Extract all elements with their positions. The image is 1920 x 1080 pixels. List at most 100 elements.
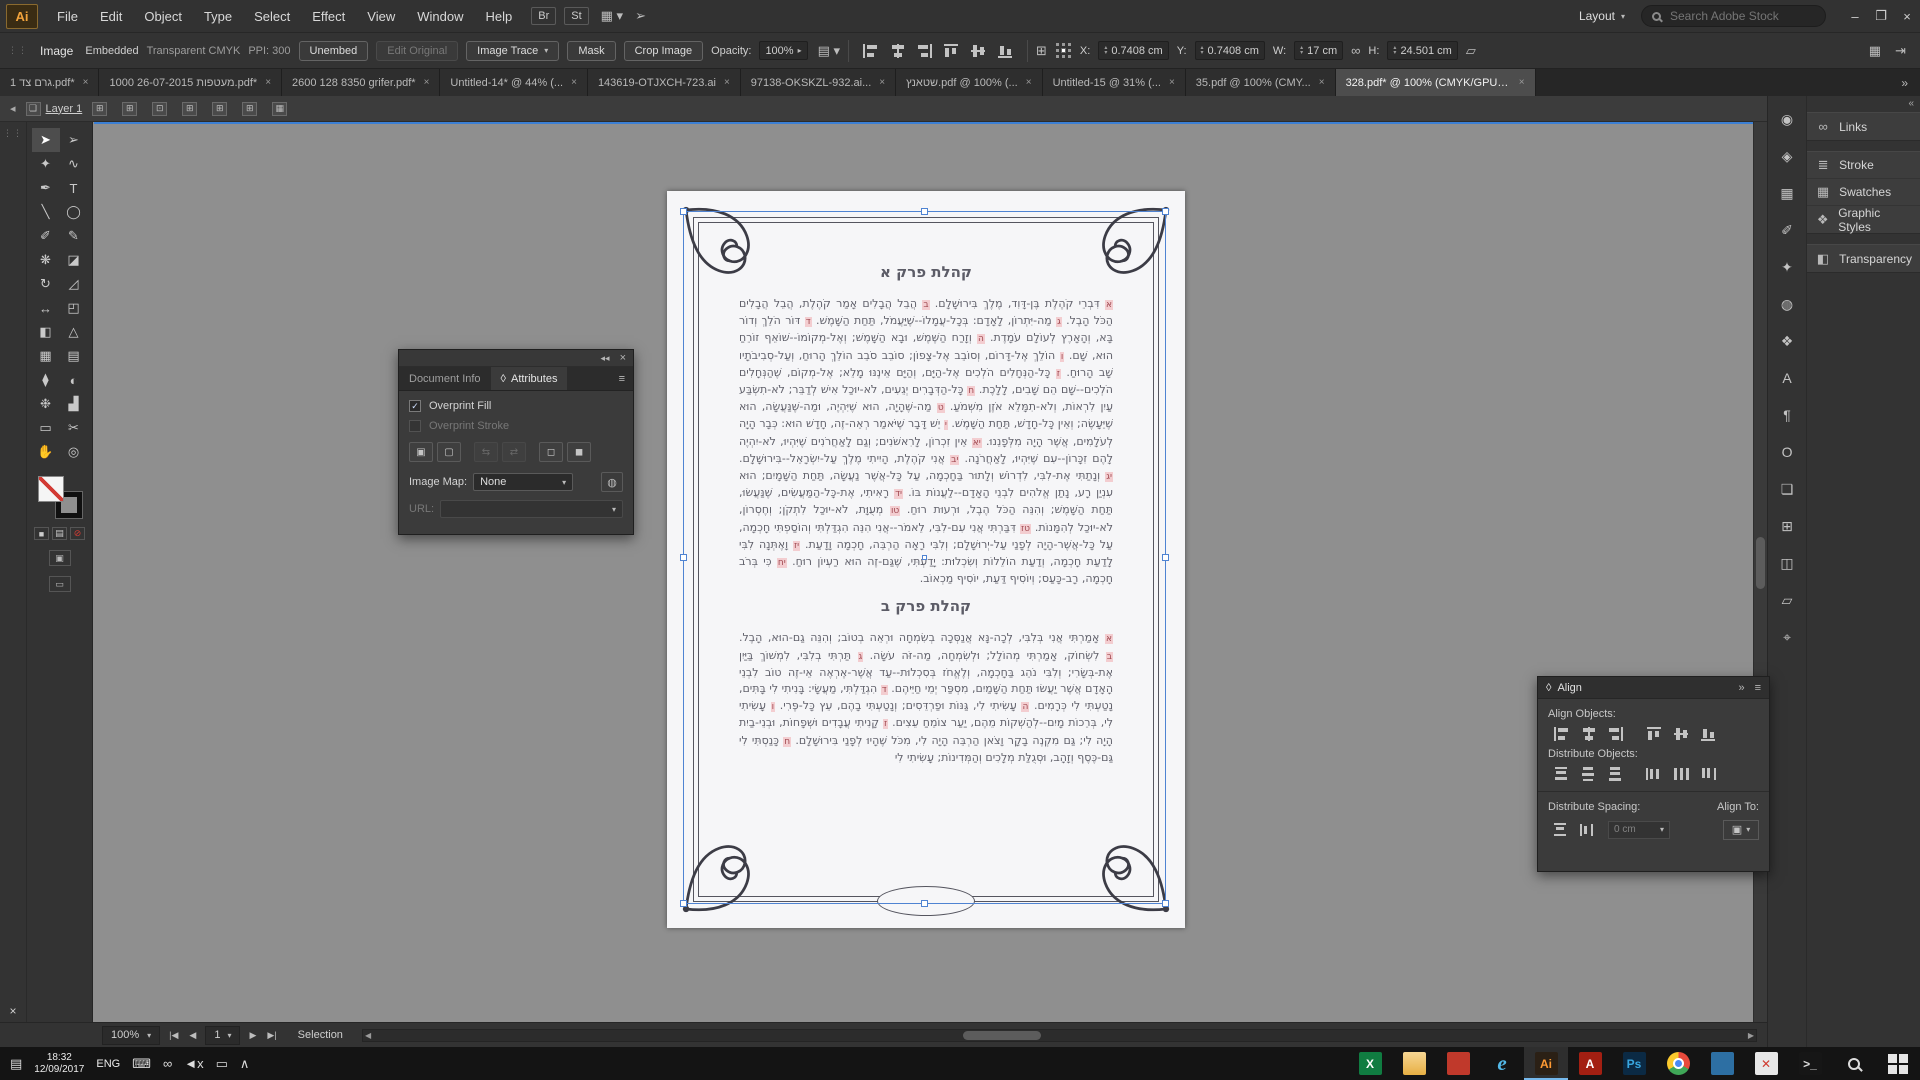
screen-mode-button[interactable]: ▭: [49, 576, 71, 592]
hand-tool[interactable]: ✋: [32, 440, 60, 464]
gradient-tool[interactable]: ▤: [60, 344, 88, 368]
gradient-button[interactable]: ▤: [52, 527, 67, 540]
perspective-grid-tool[interactable]: △: [60, 320, 88, 344]
y-field[interactable]: ▴▾0.7408 cm: [1195, 41, 1265, 60]
taskbar-remote-app[interactable]: [1700, 1047, 1744, 1080]
dist-vbottom-button[interactable]: [1602, 762, 1629, 785]
type-tool[interactable]: T: [60, 176, 88, 200]
dock-grip[interactable]: ⋮⋮: [0, 128, 26, 139]
horizontal-scrollbar-thumb[interactable]: [963, 1031, 1041, 1040]
scroll-right-icon[interactable]: ▶: [1748, 1030, 1754, 1041]
taskbar-excel[interactable]: X: [1348, 1047, 1392, 1080]
artboards-panel-icon[interactable]: ⊞: [1770, 513, 1804, 539]
slice-tool[interactable]: ✂: [60, 416, 88, 440]
layers-panel-icon[interactable]: ❏: [1770, 476, 1804, 502]
tab-close-icon[interactable]: ×: [1319, 77, 1325, 88]
document-tab[interactable]: 97138-OKSKZL-932.ai... ×: [741, 69, 896, 96]
direct-selection-tool[interactable]: ➢: [60, 128, 88, 152]
share-icon[interactable]: ➢: [635, 8, 646, 24]
stock-button[interactable]: St: [564, 7, 588, 25]
graphic-styles-panel-icon[interactable]: ❖: [1770, 328, 1804, 354]
tray-app-icon[interactable]: ▤: [10, 1056, 22, 1072]
tab-overflow-icon[interactable]: »: [1889, 69, 1920, 96]
color-button[interactable]: ■: [34, 527, 49, 540]
tab-close-icon[interactable]: ×: [571, 77, 577, 88]
show-center-icon[interactable]: ▣: [409, 442, 433, 462]
align-top-button[interactable]: [1641, 722, 1668, 745]
zoom-level-field[interactable]: 100%▾: [102, 1026, 160, 1045]
link-dimensions-icon[interactable]: ∞: [1351, 43, 1360, 58]
align-right-button[interactable]: [911, 39, 938, 62]
taskbar-file-explorer[interactable]: [1392, 1047, 1436, 1080]
taskbar-illustrator[interactable]: Ai: [1524, 1047, 1568, 1080]
taskbar-chrome[interactable]: [1656, 1047, 1700, 1080]
fill-swatch[interactable]: [38, 476, 64, 502]
taskbar-red-app[interactable]: [1436, 1047, 1480, 1080]
image-map-select[interactable]: None▾: [473, 473, 573, 491]
menu-view[interactable]: View: [356, 0, 406, 33]
collapse-panel-icon[interactable]: ◂◂: [601, 353, 610, 364]
align-top-button[interactable]: [938, 39, 965, 62]
ellipse-tool[interactable]: ◯: [60, 200, 88, 224]
document-tab[interactable]: שטאנץ.pdf @ 100% (... ×: [896, 69, 1042, 96]
menu-edit[interactable]: Edit: [89, 0, 133, 33]
color-panel-icon[interactable]: ◉: [1770, 106, 1804, 132]
mask-button[interactable]: Mask: [567, 41, 615, 61]
vertical-scrollbar-thumb[interactable]: [1756, 537, 1765, 589]
align-bottom-button[interactable]: [1695, 722, 1722, 745]
align-left-button[interactable]: [857, 39, 884, 62]
nonzero-fill-rule-icon[interactable]: ◻: [539, 442, 563, 462]
breadcrumb-item[interactable]: ❏ Layer 1: [26, 102, 83, 116]
menu-help[interactable]: Help: [474, 0, 523, 33]
brushes-panel-icon[interactable]: ✐: [1770, 217, 1804, 243]
panel-grip[interactable]: ⋮⋮: [8, 46, 28, 55]
image-trace-button[interactable]: Image Trace▾: [466, 41, 559, 61]
canvas[interactable]: קהלת פרק אא דִּבְרֵי קֹהֶלֶת בֶּן-דָּוִד…: [94, 122, 1767, 1022]
symbol-sprayer-tool[interactable]: ❉: [32, 392, 60, 416]
column-graph-tool[interactable]: ▟: [60, 392, 88, 416]
dock-swatches-panel[interactable]: ▦ Swatches: [1807, 179, 1920, 206]
selection-bounding-box[interactable]: [683, 211, 1166, 904]
artboard-number-field[interactable]: 1▾: [205, 1026, 240, 1045]
menu-object[interactable]: Object: [133, 0, 193, 33]
selection-handle[interactable]: [680, 554, 687, 561]
selection-handle[interactable]: [921, 900, 928, 907]
color-guide-panel-icon[interactable]: ◈: [1770, 143, 1804, 169]
selection-handle[interactable]: [1162, 554, 1169, 561]
stock-search[interactable]: [1641, 5, 1826, 27]
left-dock-close-icon[interactable]: ×: [0, 1004, 26, 1018]
collapse-dock-icon[interactable]: «: [1908, 98, 1914, 112]
paintbrush-tool[interactable]: ✐: [32, 224, 60, 248]
align-right-button[interactable]: [1602, 722, 1629, 745]
taskbar-internet-explorer[interactable]: e: [1480, 1047, 1524, 1080]
taskbar-clock[interactable]: 18:32 12/09/2017: [34, 1052, 84, 1076]
panel-menu-icon[interactable]: ≡: [611, 367, 633, 390]
document-tab[interactable]: 2600 128 8350 grifer.pdf* ×: [282, 69, 440, 96]
dock-graphic-styles-panel[interactable]: ❖ Graphic Styles: [1807, 206, 1920, 233]
x-field[interactable]: ▴▾0.7408 cm: [1098, 41, 1168, 60]
back-arrow-icon[interactable]: ◂: [10, 102, 16, 115]
breadcrumb-item[interactable]: ▦: [272, 102, 292, 116]
character-panel-icon[interactable]: A: [1770, 365, 1804, 391]
bridge-button[interactable]: Br: [531, 7, 556, 25]
breadcrumb-item[interactable]: ⊡: [152, 102, 172, 116]
draw-mode-button[interactable]: ▣: [49, 550, 71, 566]
swatches-panel-icon[interactable]: ▦: [1770, 180, 1804, 206]
dist-vcenter-button[interactable]: [1575, 762, 1602, 785]
dist-vtop-button[interactable]: [1548, 762, 1575, 785]
tab-close-icon[interactable]: ×: [1169, 77, 1175, 88]
tab-close-icon[interactable]: ×: [879, 77, 885, 88]
document-tab[interactable]: 143619-OTJXCH-723.ai ×: [588, 69, 741, 96]
selection-handle[interactable]: [1162, 900, 1169, 907]
workspace-switcher[interactable]: Layout▾: [1579, 9, 1625, 23]
display-icon[interactable]: ▭: [216, 1056, 228, 1072]
align-hcenter-button[interactable]: [1575, 722, 1602, 745]
blend-tool[interactable]: ◐: [60, 368, 88, 392]
breadcrumb-item[interactable]: ⊞: [212, 102, 232, 116]
artboard-tool[interactable]: ▭: [32, 416, 60, 440]
rotate-tool[interactable]: ↻: [32, 272, 60, 296]
pencil-tool[interactable]: ✎: [60, 224, 88, 248]
breadcrumb-item[interactable]: ⊞: [182, 102, 202, 116]
dock-settings-icon[interactable]: ▦: [1869, 43, 1881, 59]
close-button[interactable]: ×: [1894, 0, 1920, 33]
